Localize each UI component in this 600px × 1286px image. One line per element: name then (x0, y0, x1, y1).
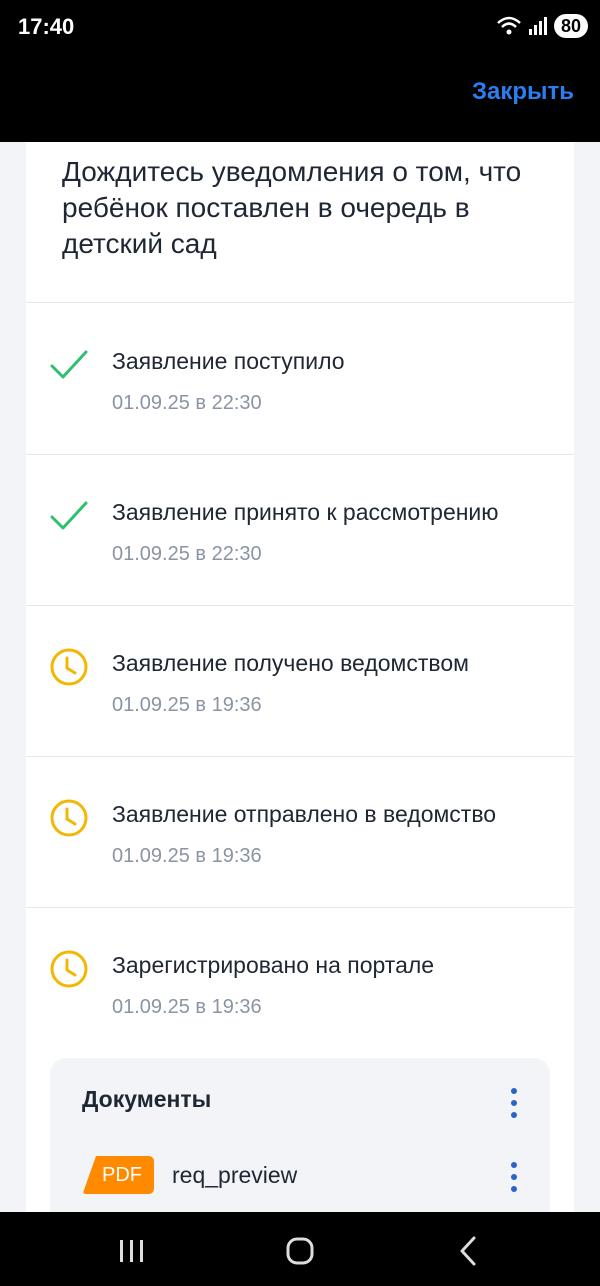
back-icon[interactable] (448, 1234, 488, 1268)
step-date: 01.09.25 в 22:30 (112, 392, 262, 414)
close-button[interactable]: Закрыть (472, 78, 574, 106)
documents-menu-button[interactable] (502, 1088, 526, 1118)
wifi-icon (497, 16, 521, 35)
status-icons: 80 (496, 14, 588, 38)
divider (26, 302, 574, 303)
card-title: Дождитесь уведомления о том, что ребёнок… (62, 156, 522, 259)
home-icon[interactable] (280, 1234, 320, 1268)
documents-title: Документы (82, 1086, 212, 1112)
clock-icon (50, 648, 88, 686)
document-menu-button[interactable] (502, 1162, 526, 1192)
pdf-icon: PDF (82, 1156, 154, 1194)
top-bar: Закрыть (0, 54, 600, 142)
step-item: Заявление поступило 01.09.25 в 22:30 (26, 304, 574, 454)
step-date: 01.09.25 в 19:36 (112, 845, 262, 867)
clock-icon (50, 950, 88, 988)
status-bar: 17:40 80 (0, 0, 600, 54)
step-title: Заявление отправлено в ведомство (112, 801, 497, 827)
step-title: Заявление поступило (112, 348, 345, 374)
check-icon (50, 501, 88, 530)
step-item: Зарегистрировано на портале 01.09.25 в 1… (26, 908, 574, 1058)
document-name[interactable]: req_preview (172, 1162, 297, 1189)
navigation-bar (0, 1212, 600, 1286)
check-icon (50, 350, 88, 379)
step-date: 01.09.25 в 22:30 (112, 543, 262, 565)
status-card: Дождитесь уведомления о том, что ребёнок… (26, 142, 574, 1212)
recent-apps-icon[interactable] (112, 1234, 152, 1268)
clock-icon (50, 799, 88, 837)
battery-indicator: 80 (553, 14, 588, 38)
step-title: Зарегистрировано на портале (112, 952, 435, 978)
step-title: Заявление принято к рассмотрению (112, 499, 499, 525)
step-item: Заявление отправлено в ведомство 01.09.2… (26, 757, 574, 907)
documents-panel: Документы PDF req_preview (50, 1058, 550, 1212)
pdf-label: PDF (102, 1164, 142, 1186)
step-item: Заявление принято к рассмотрению 01.09.2… (26, 455, 574, 605)
signal-icon (528, 17, 547, 35)
step-date: 01.09.25 в 19:36 (112, 694, 262, 716)
step-item: Заявление получено ведомством 01.09.25 в… (26, 606, 574, 756)
status-time: 17:40 (18, 14, 75, 39)
step-date: 01.09.25 в 19:36 (112, 996, 262, 1018)
step-title: Заявление получено ведомством (112, 650, 469, 676)
